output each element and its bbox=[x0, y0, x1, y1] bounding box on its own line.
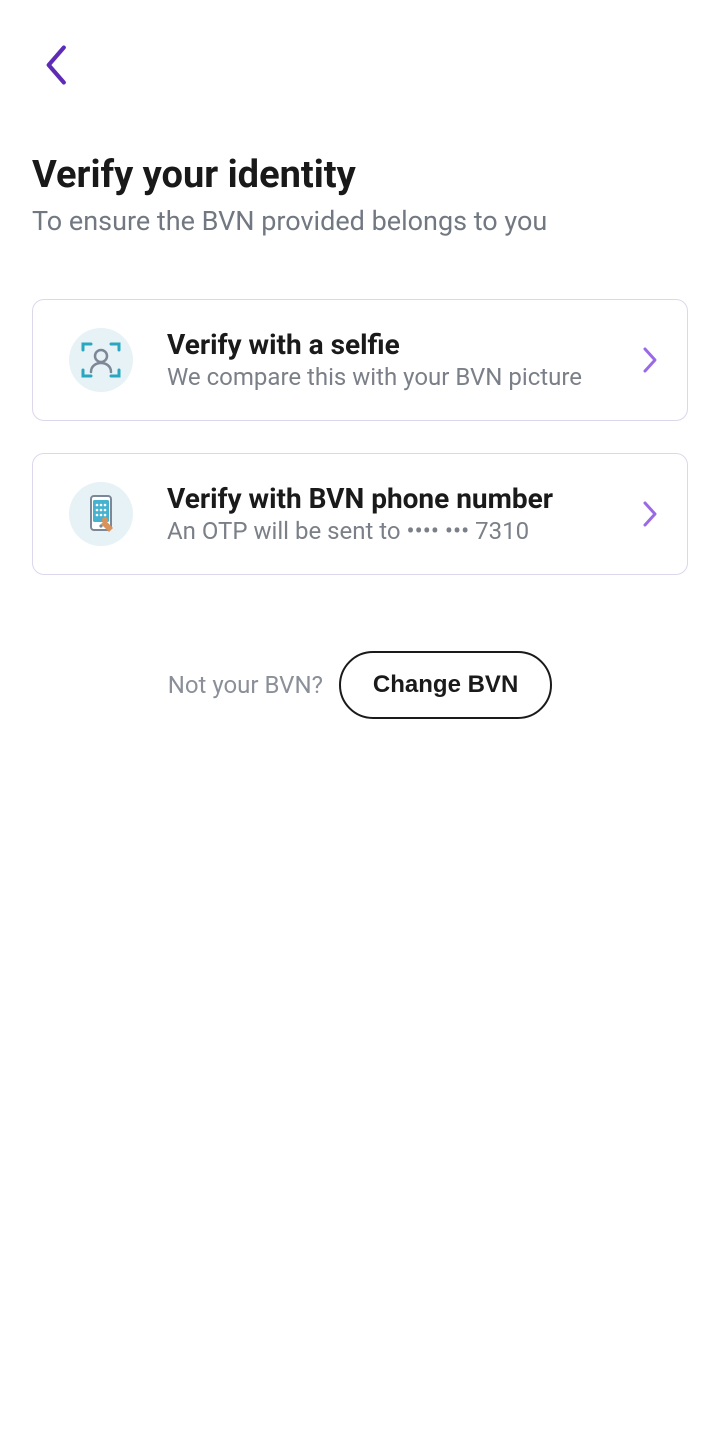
verify-identity-screen: Verify your identity To ensure the BVN p… bbox=[0, 0, 720, 719]
option-verify-phone[interactable]: Verify with BVN phone number An OTP will… bbox=[32, 453, 688, 575]
change-bvn-button[interactable]: Change BVN bbox=[339, 651, 552, 719]
page-subtitle: To ensure the BVN provided belongs to yo… bbox=[32, 204, 688, 239]
option-verify-selfie[interactable]: Verify with a selfie We compare this wit… bbox=[32, 299, 688, 421]
back-button[interactable] bbox=[34, 42, 82, 90]
not-your-bvn-label: Not your BVN? bbox=[168, 671, 323, 699]
chevron-left-icon bbox=[44, 45, 72, 88]
options-list: Verify with a selfie We compare this wit… bbox=[32, 299, 688, 575]
chevron-right-icon bbox=[641, 345, 659, 375]
selfie-scan-icon bbox=[69, 328, 133, 392]
option-title: Verify with BVN phone number bbox=[167, 482, 607, 515]
phone-otp-icon bbox=[69, 482, 133, 546]
option-subtitle: An OTP will be sent to •••• ••• 7310 bbox=[167, 517, 607, 545]
header-block: Verify your identity To ensure the BVN p… bbox=[32, 154, 688, 239]
footer-row: Not your BVN? Change BVN bbox=[32, 651, 688, 719]
page-title: Verify your identity bbox=[32, 154, 688, 198]
option-text: Verify with BVN phone number An OTP will… bbox=[167, 482, 607, 545]
option-text: Verify with a selfie We compare this wit… bbox=[167, 328, 607, 391]
option-title: Verify with a selfie bbox=[167, 328, 607, 361]
option-subtitle: We compare this with your BVN picture bbox=[167, 363, 607, 391]
chevron-right-icon bbox=[641, 499, 659, 529]
